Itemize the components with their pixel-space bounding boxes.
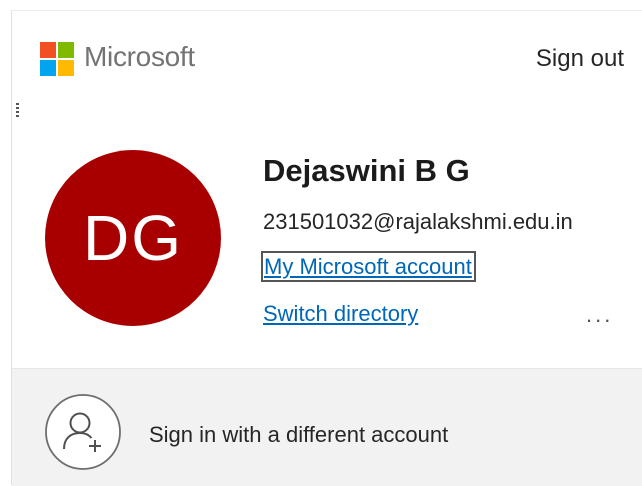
switch-directory-link[interactable]: Switch directory	[263, 300, 418, 327]
sign-in-different-account-label: Sign in with a different account	[149, 422, 449, 447]
account-email: 231501032@rajalakshmi.edu.in	[263, 209, 573, 234]
account-name: Dejaswini B G	[263, 153, 470, 188]
more-options-icon[interactable]: ...	[586, 302, 613, 328]
brand-name: Microsoft	[84, 41, 195, 72]
avatar-initials: DG	[83, 202, 183, 274]
logo-square-green	[58, 42, 74, 58]
account-manager-card: Microsoft Sign out DG Dejaswini B G 2315…	[11, 10, 642, 486]
avatar: DG	[45, 150, 221, 326]
logo-square-red	[40, 42, 56, 58]
header: Microsoft Sign out	[12, 11, 642, 111]
sign-out-button[interactable]: Sign out	[536, 45, 624, 73]
my-microsoft-account-link[interactable]: My Microsoft account	[261, 251, 476, 282]
microsoft-logo-icon	[40, 42, 74, 76]
add-person-icon	[45, 394, 121, 470]
logo-square-yellow	[58, 60, 74, 76]
sign-in-different-account-button[interactable]: Sign in with a different account	[12, 368, 642, 486]
logo-square-blue	[40, 60, 56, 76]
